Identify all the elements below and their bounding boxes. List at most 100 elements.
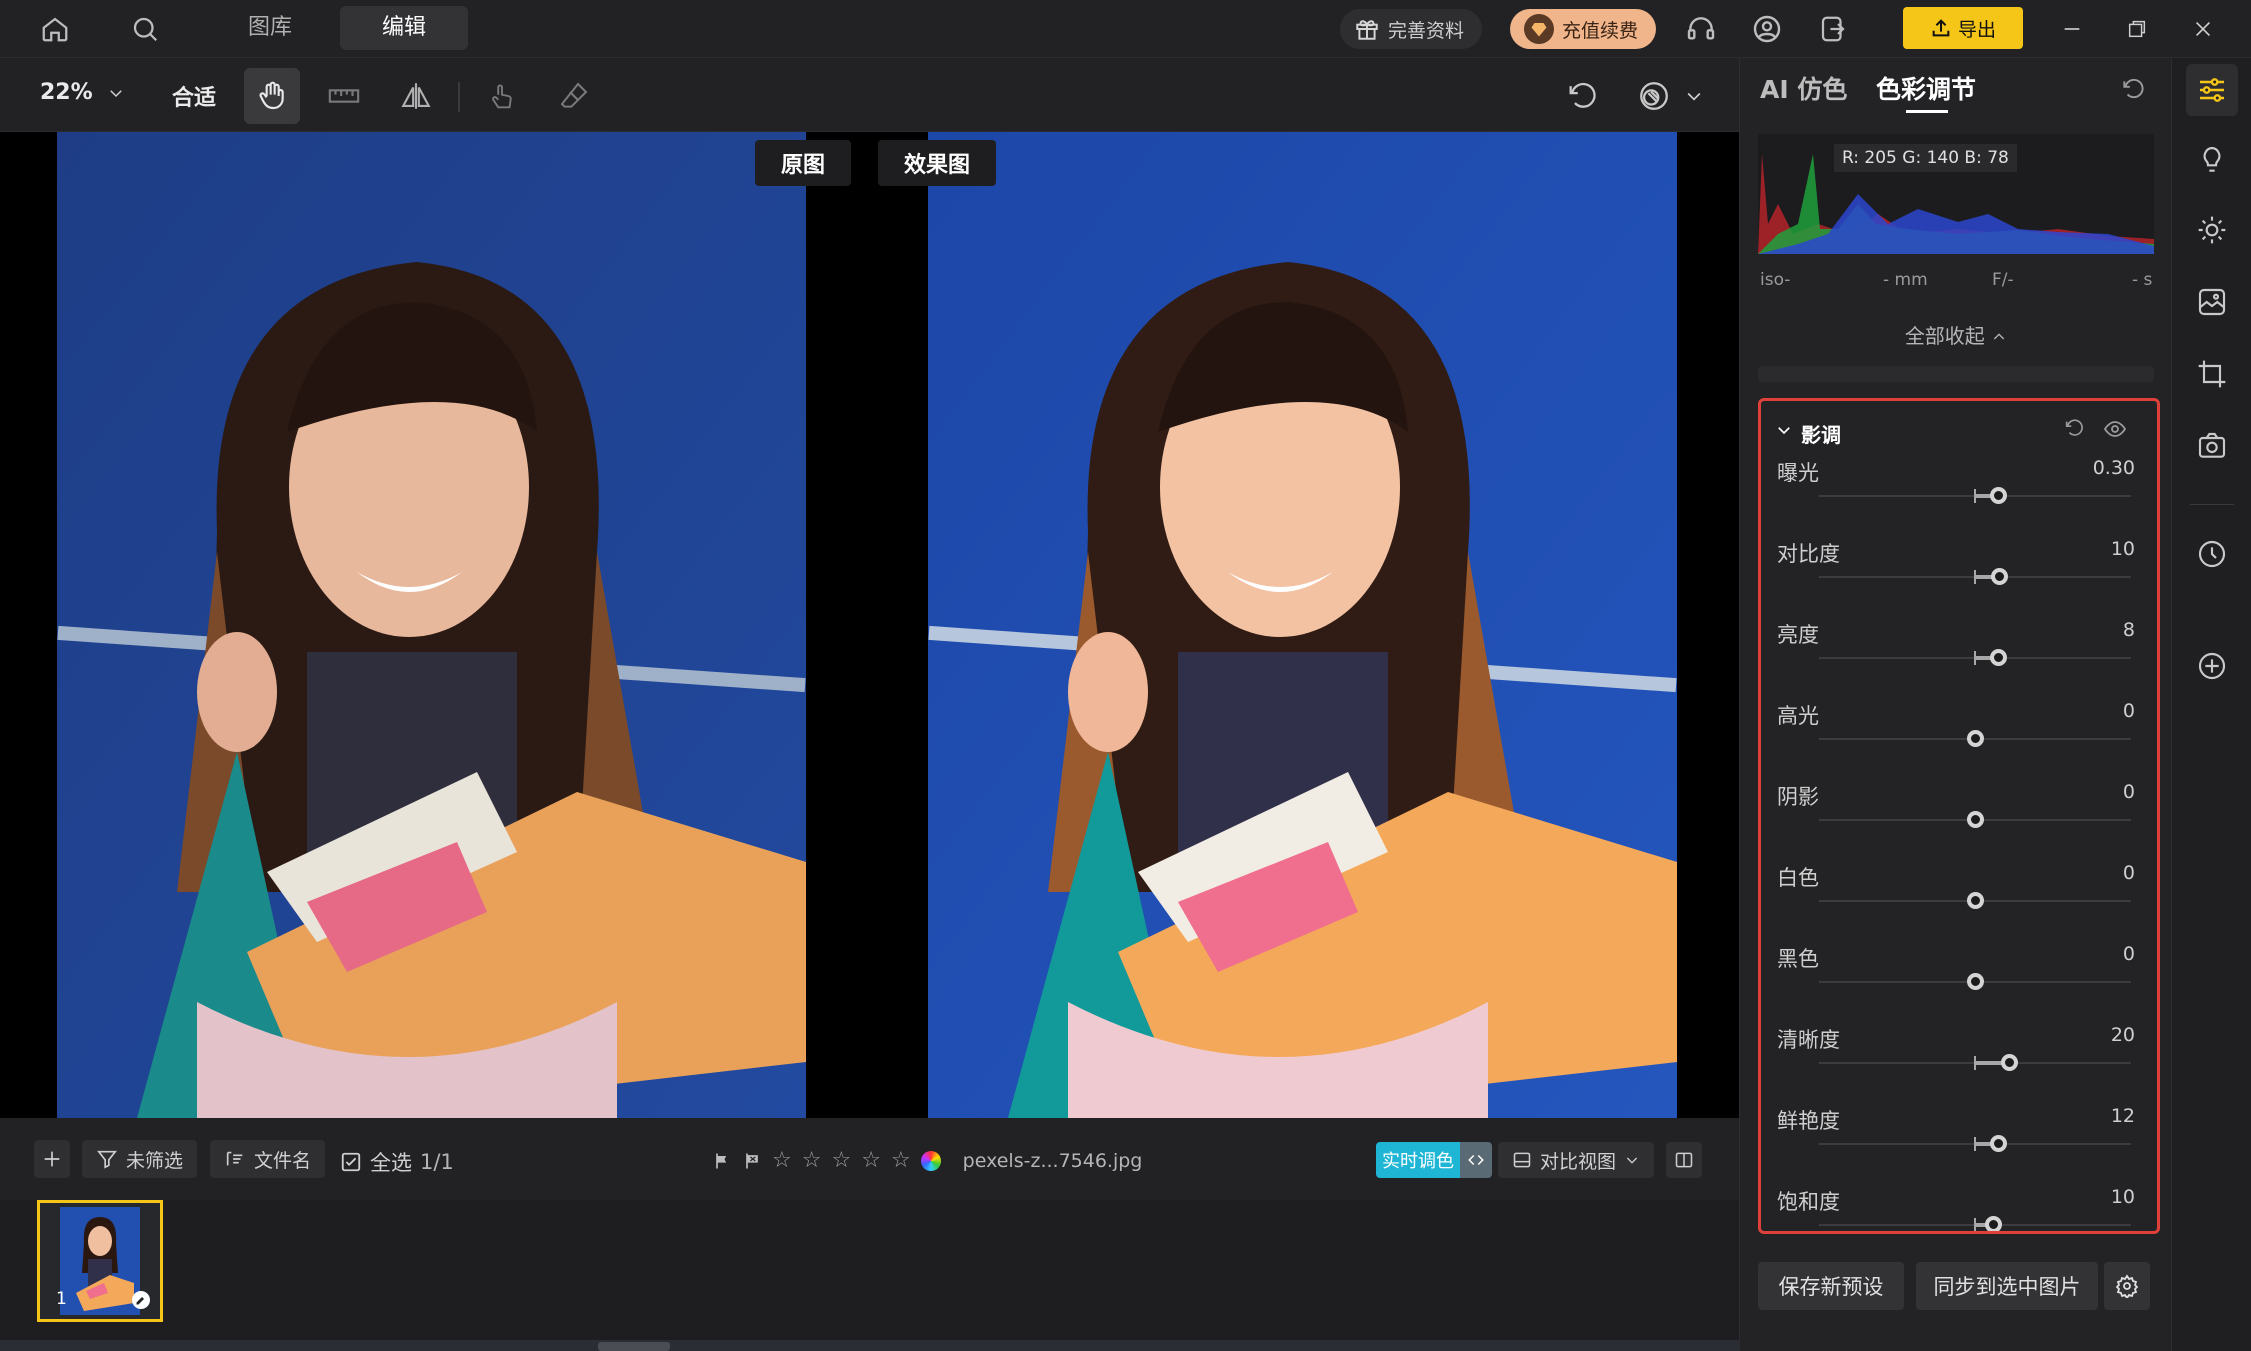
undo-rotate-icon[interactable] <box>1554 68 1610 124</box>
search-icon[interactable] <box>126 10 164 48</box>
slider-knob[interactable] <box>1966 973 1984 990</box>
reset-icon[interactable] <box>2063 417 2085 439</box>
select-all-label: 全选 <box>370 1151 412 1175</box>
touch-tool-icon[interactable] <box>474 68 530 124</box>
code-icon <box>1460 1142 1492 1178</box>
ruler-icon[interactable] <box>316 68 372 124</box>
close-icon[interactable] <box>2186 12 2220 46</box>
reset-icon[interactable] <box>2120 76 2146 102</box>
slider-value[interactable]: 0 <box>2123 943 2135 965</box>
image-edit-icon[interactable] <box>2186 276 2238 328</box>
fit-button[interactable]: 合适 <box>172 80 216 112</box>
strip-divider <box>2190 504 2234 505</box>
tab-color-adjust[interactable]: 色彩调节 <box>1876 70 1976 106</box>
slider-knob[interactable] <box>1966 892 1984 909</box>
slider-knob[interactable] <box>1991 568 2009 585</box>
recharge-button[interactable]: 充值续费 <box>1510 9 1657 49</box>
original-photo <box>57 132 806 1118</box>
hand-tool-icon[interactable] <box>244 68 300 124</box>
select-all-checkbox[interactable]: 全选 1/1 <box>340 1147 454 1177</box>
headset-icon[interactable] <box>1682 10 1720 48</box>
logout-icon[interactable] <box>1814 10 1852 48</box>
collapse-all-label: 全部收起 <box>1904 324 1985 348</box>
slider-label: 对比度 <box>1777 542 1840 566</box>
slider-value[interactable]: 0 <box>2123 700 2135 722</box>
sync-button[interactable]: 同步到选中图片 <box>1916 1262 2098 1310</box>
image-canvas[interactable]: 原图 效果图 <box>0 132 1739 1118</box>
complete-profile-label: 完善资料 <box>1388 19 1465 42</box>
slider-label: 亮度 <box>1777 623 1819 647</box>
flag-icon[interactable] <box>712 1151 732 1171</box>
sort-button[interactable]: 文件名 <box>210 1140 326 1178</box>
exif-aperture: F/- <box>1992 270 2014 290</box>
gift-icon <box>1354 16 1380 42</box>
tab-library[interactable]: 图库 <box>218 6 322 50</box>
exif-focal: - mm <box>1883 270 1928 290</box>
slider-value[interactable]: 0.30 <box>2093 457 2135 479</box>
export-button[interactable]: 导出 <box>1903 7 2023 49</box>
slider-value[interactable]: 20 <box>2111 1024 2135 1046</box>
thumbnail[interactable]: 1 <box>37 1200 163 1322</box>
sliders-icon[interactable] <box>2186 64 2238 116</box>
eraser-icon[interactable] <box>546 68 602 124</box>
sun-icon[interactable] <box>2186 204 2238 256</box>
complete-profile-button[interactable]: 完善资料 <box>1340 9 1483 49</box>
slider-knob[interactable] <box>1989 1135 2007 1152</box>
add-icon[interactable] <box>34 1140 70 1178</box>
slider-row: 清晰度 20 <box>1761 1016 2157 1097</box>
compare-view-select[interactable]: 对比视图 <box>1498 1142 1655 1178</box>
slider-knob[interactable] <box>2000 1054 2018 1071</box>
home-icon[interactable] <box>36 10 74 48</box>
restore-icon[interactable] <box>2120 12 2154 46</box>
tab-edit[interactable]: 编辑 <box>340 6 468 50</box>
slider-knob[interactable] <box>1966 730 1984 747</box>
reject-flag-icon[interactable] <box>742 1151 762 1171</box>
slider-value[interactable]: 10 <box>2111 1186 2135 1208</box>
slider-knob[interactable] <box>1990 649 2008 666</box>
chevron-down-icon[interactable] <box>1684 86 1704 106</box>
camera-icon[interactable] <box>2186 420 2238 472</box>
rating-bar: ☆ ☆ ☆ ☆ ☆ pexels-z...7546.jpg <box>712 1148 1142 1173</box>
zoom-select[interactable]: 22% <box>40 80 125 105</box>
slider-value[interactable]: 0 <box>2123 862 2135 884</box>
settings-gear-icon[interactable] <box>2104 1262 2150 1310</box>
top-bar: 图库 编辑 完善资料 充值续费 导出 <box>0 0 2251 58</box>
layout-icon <box>1512 1150 1532 1170</box>
eye-icon[interactable] <box>2103 417 2127 441</box>
photo-editor-app: 图库 编辑 完善资料 充值续费 导出 22% 合适 原图 效果图 未筛选 文件名… <box>0 0 2251 1351</box>
user-icon[interactable] <box>1748 10 1786 48</box>
slider-value[interactable]: 0 <box>2123 781 2135 803</box>
slider-value[interactable]: 8 <box>2123 619 2135 641</box>
bulb-icon[interactable] <box>2186 134 2238 186</box>
star-icon[interactable]: ☆ <box>861 1148 881 1173</box>
chevron-up-icon <box>1991 326 2007 350</box>
recharge-label: 充值续费 <box>1562 19 1639 42</box>
star-icon[interactable]: ☆ <box>772 1148 792 1173</box>
filter-button[interactable]: 未筛选 <box>82 1140 198 1178</box>
slider-knob[interactable] <box>1989 487 2007 504</box>
slider-knob[interactable] <box>1966 811 1984 828</box>
save-preset-button[interactable]: 保存新预设 <box>1758 1262 1904 1310</box>
collapse-all-button[interactable]: 全部收起 <box>1740 320 2172 350</box>
scrollbar-thumb[interactable] <box>598 1342 670 1351</box>
chevron-down-icon[interactable] <box>1775 421 1793 439</box>
slider-value[interactable]: 12 <box>2111 1105 2135 1127</box>
star-icon[interactable]: ☆ <box>831 1148 851 1173</box>
crop-icon[interactable] <box>2186 348 2238 400</box>
overlay-icon[interactable] <box>1626 68 1682 124</box>
flip-icon[interactable] <box>388 68 444 124</box>
color-label-icon[interactable] <box>920 1150 941 1171</box>
realtime-toggle[interactable]: 实时调色 <box>1376 1142 1492 1178</box>
star-icon[interactable]: ☆ <box>891 1148 911 1173</box>
add-circle-icon[interactable] <box>2186 640 2238 692</box>
minimize-icon[interactable] <box>2055 12 2089 46</box>
bottom-bar: 未筛选 文件名 全选 1/1 ☆ ☆ ☆ ☆ ☆ pexels-z...7546… <box>0 1118 1739 1200</box>
tab-ai-color[interactable]: AI 仿色 <box>1760 70 1847 106</box>
split-view-icon[interactable] <box>1666 1142 1702 1178</box>
slider-row: 亮度 8 <box>1761 611 2157 692</box>
slider-knob[interactable] <box>1985 1216 2003 1231</box>
history-clock-icon[interactable] <box>2186 528 2238 580</box>
zoom-value: 22% <box>40 80 93 105</box>
star-icon[interactable]: ☆ <box>802 1148 822 1173</box>
slider-value[interactable]: 10 <box>2111 538 2135 560</box>
